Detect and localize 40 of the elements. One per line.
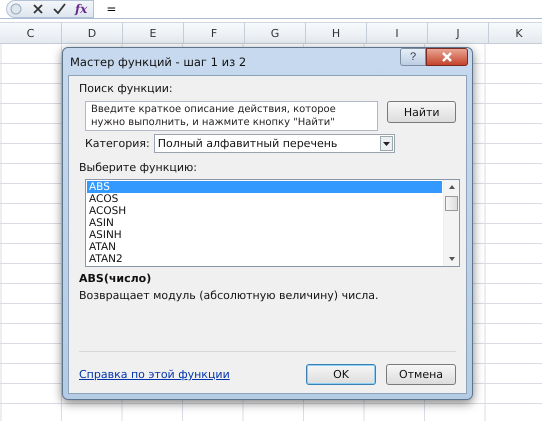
column-header[interactable]: G bbox=[245, 23, 306, 43]
scrollbar-thumb[interactable] bbox=[445, 196, 458, 211]
check-icon[interactable] bbox=[53, 3, 66, 15]
scroll-up-icon[interactable] bbox=[448, 184, 456, 190]
function-list-label: Выберите функцию: bbox=[79, 161, 198, 174]
cancel-icon[interactable] bbox=[32, 3, 44, 15]
search-label: Поиск функции: bbox=[79, 82, 174, 95]
cancel-button[interactable]: Отмена bbox=[386, 364, 456, 385]
close-button[interactable] bbox=[426, 48, 468, 66]
ok-button[interactable]: OK bbox=[306, 364, 376, 385]
find-button[interactable]: Найти bbox=[387, 101, 456, 123]
function-item[interactable]: ASIN bbox=[87, 217, 442, 229]
function-item[interactable]: ATAN bbox=[87, 241, 442, 253]
window-title: Мастер функций - шаг 1 из 2 bbox=[70, 54, 246, 68]
column-header[interactable]: E bbox=[123, 23, 184, 43]
category-dropdown[interactable]: Полный алфавитный перечень bbox=[154, 134, 395, 153]
column-header[interactable]: C bbox=[0, 23, 62, 43]
dropdown-icon bbox=[380, 136, 393, 151]
column-header[interactable]: F bbox=[184, 23, 245, 43]
column-header[interactable]: D bbox=[62, 23, 123, 43]
formula-value[interactable]: = bbox=[106, 2, 116, 16]
search-field[interactable]: Введите краткое описание действия, которое нужно выполнить, и нажмите кнопку "Найти" bbox=[85, 101, 378, 131]
scroll-down-icon[interactable] bbox=[448, 256, 456, 262]
column-header[interactable]: I bbox=[367, 23, 428, 43]
category-label: Категория: bbox=[85, 137, 150, 150]
column-header[interactable]: K bbox=[489, 23, 542, 43]
function-item[interactable]: ACOSH bbox=[87, 205, 442, 217]
function-list[interactable]: ABS ACOS ACOSH ASIN ASINH ATAN ATAN2 bbox=[85, 179, 460, 267]
scrollbar[interactable] bbox=[443, 180, 459, 266]
help-button[interactable]: ? bbox=[400, 48, 426, 66]
insert-function-button[interactable]: fx bbox=[75, 2, 88, 16]
column-header[interactable]: J bbox=[428, 23, 489, 43]
function-description: Возвращает модуль (абсолютную величину) числа. bbox=[79, 289, 380, 302]
function-item[interactable]: ATAN2 bbox=[87, 253, 442, 265]
function-item[interactable]: ACOS bbox=[87, 193, 442, 205]
column-header[interactable]: H bbox=[306, 23, 367, 43]
close-icon bbox=[441, 52, 453, 62]
function-signature: ABS(число) bbox=[79, 272, 152, 285]
help-link[interactable]: Справка по этой функции bbox=[79, 368, 230, 381]
function-item[interactable]: ASINH bbox=[87, 229, 442, 241]
